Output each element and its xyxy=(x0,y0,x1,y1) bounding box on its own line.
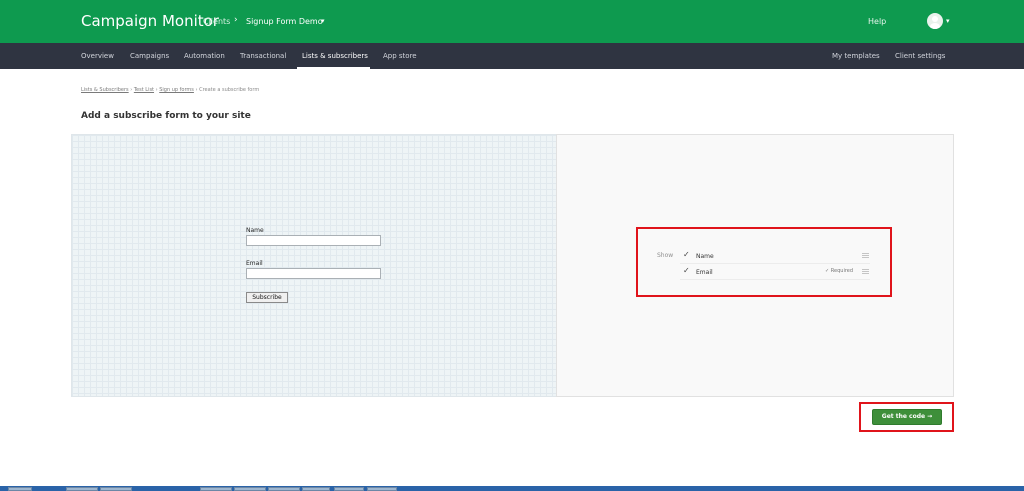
nav-client-settings[interactable]: Client settings xyxy=(895,52,945,60)
preview-email-input[interactable] xyxy=(246,268,381,279)
taskbar-app-icon[interactable] xyxy=(200,487,232,491)
breadcrumb-separator: › xyxy=(155,87,158,93)
start-button-icon[interactable] xyxy=(8,487,32,491)
nav-my-templates[interactable]: My templates xyxy=(832,52,880,60)
fields-highlight-box xyxy=(636,227,892,297)
active-tab-indicator xyxy=(297,67,370,69)
taskbar-app-icon[interactable] xyxy=(268,487,300,491)
field-row-divider xyxy=(680,263,870,264)
taskbar-app-icon[interactable] xyxy=(334,487,364,491)
os-taskbar xyxy=(0,486,1024,491)
nav-automation[interactable]: Automation xyxy=(184,52,225,60)
taskbar-app-icon[interactable] xyxy=(66,487,98,491)
form-preview-panel xyxy=(71,134,557,397)
breadcrumb-lists-subscribers[interactable]: Lists & Subscribers xyxy=(81,87,129,93)
main-nav: Overview Campaigns Automation Transactio… xyxy=(0,43,1024,69)
brand-logo[interactable]: Campaign Monitor xyxy=(81,12,219,30)
breadcrumb-separator: › xyxy=(130,87,133,93)
get-the-code-button[interactable]: Get the code → xyxy=(872,409,942,425)
client-switcher[interactable]: Signup Form Demo xyxy=(246,17,323,26)
nav-transactional[interactable]: Transactional xyxy=(240,52,286,60)
preview-name-label: Name xyxy=(246,227,264,234)
taskbar-app-icon[interactable] xyxy=(234,487,266,491)
clients-link[interactable]: Clients xyxy=(203,17,230,26)
field-name-label: Name xyxy=(696,253,714,260)
preview-subscribe-button[interactable]: Subscribe xyxy=(246,292,288,303)
breadcrumb-sign-up-forms[interactable]: Sign up forms xyxy=(159,87,194,93)
nav-campaigns[interactable]: Campaigns xyxy=(130,52,169,60)
field-email-label: Email xyxy=(696,269,713,276)
breadcrumb-current: Create a subscribe form xyxy=(199,87,260,93)
breadcrumb-test-list[interactable]: Test List xyxy=(134,87,154,93)
preview-name-input[interactable] xyxy=(246,235,381,246)
breadcrumb-separator: › xyxy=(195,87,198,93)
taskbar-app-icon[interactable] xyxy=(100,487,132,491)
chevron-down-icon[interactable]: ▾ xyxy=(321,17,325,25)
help-link[interactable]: Help xyxy=(868,17,886,26)
user-avatar-icon[interactable] xyxy=(927,13,943,29)
chevron-down-icon[interactable]: ▾ xyxy=(946,17,950,25)
preview-email-label: Email xyxy=(246,260,263,267)
taskbar-app-icon[interactable] xyxy=(302,487,330,491)
drag-handle-icon[interactable] xyxy=(862,269,869,274)
nav-lists-subscribers[interactable]: Lists & subscribers xyxy=(302,52,368,60)
show-label: Show xyxy=(657,252,674,259)
field-row-divider xyxy=(680,279,870,280)
taskbar-app-icon[interactable] xyxy=(367,487,397,491)
chevron-right-icon: › xyxy=(234,15,238,25)
top-bar: Campaign Monitor Clients › Signup Form D… xyxy=(0,0,1024,43)
breadcrumb: Lists & Subscribers › Test List › Sign u… xyxy=(81,87,259,93)
checkmark-icon[interactable]: ✓ xyxy=(683,266,690,275)
required-toggle[interactable]: ✓ Required xyxy=(825,268,853,274)
checkmark-icon[interactable]: ✓ xyxy=(683,250,690,259)
page-title: Add a subscribe form to your site xyxy=(81,111,251,121)
nav-overview[interactable]: Overview xyxy=(81,52,114,60)
drag-handle-icon[interactable] xyxy=(862,253,869,258)
nav-app-store[interactable]: App store xyxy=(383,52,417,60)
